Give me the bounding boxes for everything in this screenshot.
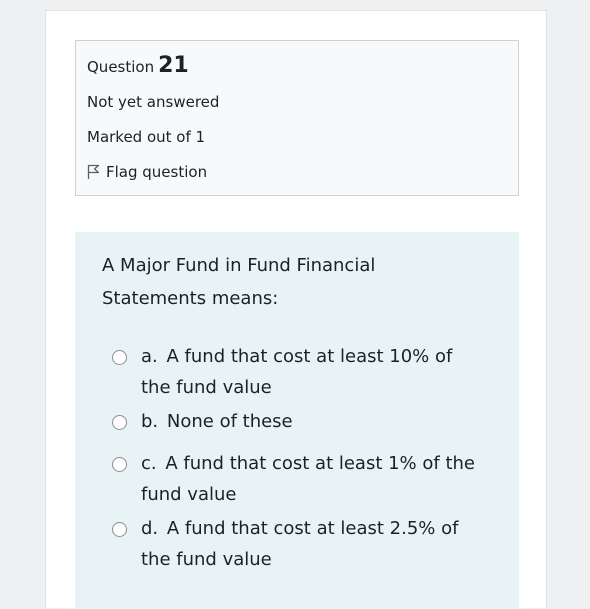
question-text: A Major Fund in Fund Financial Statement…	[102, 255, 376, 309]
radio-button[interactable]	[112, 415, 127, 430]
radio-button[interactable]	[112, 350, 127, 365]
answer-option-label: a. A fund that cost at least 10% of the …	[141, 341, 481, 403]
question-content: A Major Fund in Fund Financial Statement…	[75, 232, 519, 609]
question-info-panel: Question 21 Not yet answered Marked out o…	[75, 40, 519, 196]
radio-button[interactable]	[112, 522, 127, 537]
answer-option-a[interactable]: a. A fund that cost at least 10% of the …	[112, 341, 481, 403]
question-title: Question 21	[87, 53, 189, 78]
answer-option-prefix: c.	[141, 453, 157, 474]
answer-option-prefix: d.	[141, 518, 159, 539]
radio-button[interactable]	[112, 457, 127, 472]
answer-option-text: A fund that cost at least 2.5% of the fu…	[141, 518, 459, 570]
answer-option-c[interactable]: c. A fund that cost at least 1% of the f…	[112, 448, 481, 510]
answer-option-prefix: b.	[141, 411, 159, 432]
answer-option-text: A fund that cost at least 1% of the fund…	[141, 453, 475, 505]
answer-option-prefix: a.	[141, 346, 158, 367]
answer-option-label: d. A fund that cost at least 2.5% of the…	[141, 513, 481, 575]
answer-option-d[interactable]: d. A fund that cost at least 2.5% of the…	[112, 513, 481, 575]
question-grade: Marked out of 1	[87, 128, 206, 146]
answer-option-label: b. None of these	[141, 406, 481, 437]
question-page: Question 21 Not yet answered Marked out o…	[45, 10, 547, 609]
flag-icon	[87, 164, 100, 179]
answer-option-text: None of these	[166, 411, 293, 432]
flag-question-link[interactable]: Flag question	[87, 163, 207, 181]
question-label: Question	[87, 58, 155, 76]
flag-question-label: Flag question	[106, 163, 208, 181]
answer-option-text: A fund that cost at least 10% of the fun…	[141, 346, 453, 398]
answer-option-label: c. A fund that cost at least 1% of the f…	[141, 448, 481, 510]
question-number: 21	[158, 53, 189, 78]
question-state: Not yet answered	[87, 93, 220, 111]
answer-option-b[interactable]: b. None of these	[112, 406, 481, 437]
